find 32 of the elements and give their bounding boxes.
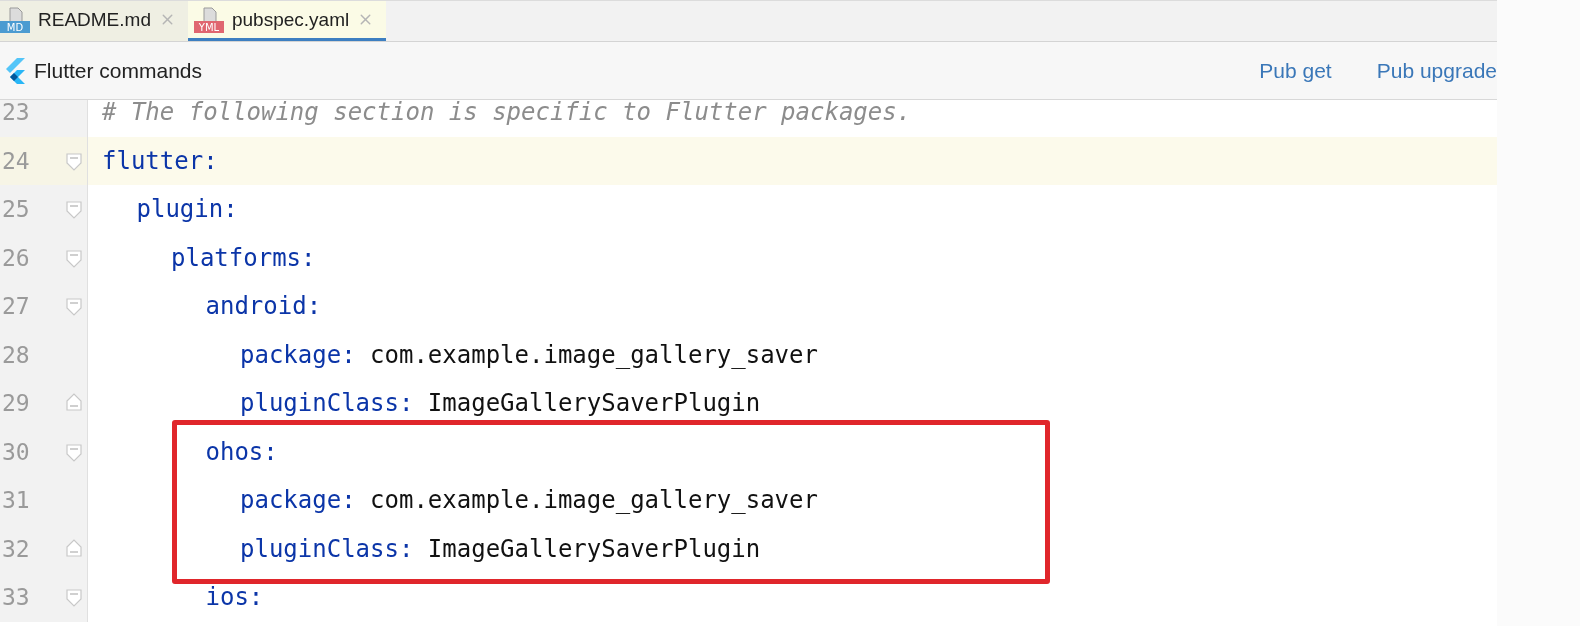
line-number: 33 <box>2 584 31 611</box>
code-line: pluginClass: ImageGallerySaverPlugin <box>240 389 761 418</box>
code-line: platforms: <box>171 243 316 272</box>
fold-marker-icon[interactable] <box>66 198 83 221</box>
code-line: ohos: <box>205 437 278 466</box>
fold-marker-icon[interactable] <box>66 537 83 560</box>
code-line: flutter: <box>102 146 218 175</box>
line-number: 27 <box>2 293 31 320</box>
line-number: 24 <box>2 147 31 174</box>
line-number: 28 <box>2 341 31 368</box>
flutter-logo-icon <box>4 57 26 84</box>
line-number: 32 <box>2 535 31 562</box>
code-line: plugin: <box>136 195 238 224</box>
fold-marker-icon[interactable] <box>66 586 83 609</box>
line-number: 26 <box>2 244 31 271</box>
code-line: ios: <box>205 583 264 612</box>
code-line: package: com.example.image_gallery_saver <box>240 340 818 369</box>
code-line: package: com.example.image_gallery_saver <box>240 486 818 515</box>
line-number: 31 <box>2 487 31 514</box>
line-number: 23 <box>2 100 31 126</box>
code-line: android: <box>205 292 322 321</box>
line-number: 29 <box>2 390 31 417</box>
toolbar-title: Flutter commands <box>34 58 203 83</box>
code-comment: # The following section is specific to Flutter packages. <box>102 100 912 127</box>
editor-tab[interactable]: MD README.md <box>0 1 188 41</box>
command-link[interactable]: Pub get <box>1259 58 1332 83</box>
line-number: 30 <box>2 438 31 465</box>
code-line: pluginClass: ImageGallerySaverPlugin <box>240 534 761 563</box>
fold-marker-icon[interactable] <box>66 295 83 318</box>
editor-tab[interactable]: YML pubspec.yaml <box>187 1 387 41</box>
command-link[interactable]: Pub upgrade <box>1376 58 1497 83</box>
line-number: 25 <box>2 196 31 223</box>
